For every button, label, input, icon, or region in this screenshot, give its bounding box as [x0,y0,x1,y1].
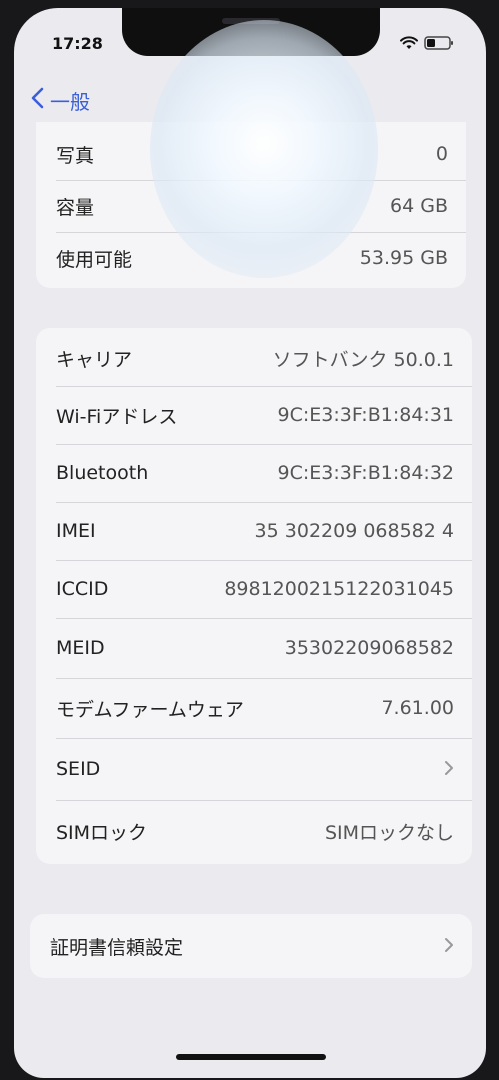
row-imei: IMEI 35 302209 068582 4 [36,503,472,559]
row-label: SEID [56,758,101,780]
row-value: 8981200215122031045 [224,578,454,600]
wifi-icon [400,36,418,50]
network-card: キャリア ソフトバンク 50.0.1 Wi-Fiアドレス 9C:E3:3F:B1… [36,328,472,864]
row-value: 7.61.00 [381,697,454,719]
screen: 17:28 一般 写真 0 容量 64 GB 使用可能 53.95 GB キャリ… [14,8,486,1078]
row-iccid: ICCID 8981200215122031045 [36,561,472,617]
row-label: 写真 [56,144,95,167]
certificate-trust-settings-row[interactable]: 証明書信頼設定 [30,914,472,978]
row-value: ソフトバンク 50.0.1 [272,348,454,371]
back-label: 一般 [50,90,90,114]
back-button[interactable]: 一般 [30,86,90,115]
row-meid: MEID 35302209068582 [36,619,472,677]
row-label: SIMロック [56,821,148,844]
storage-card: 写真 0 容量 64 GB 使用可能 53.95 GB [36,122,466,288]
row-divider [56,232,466,233]
row-label: キャリア [56,348,133,371]
row-seid[interactable]: SEID [36,739,472,799]
row-label: 容量 [56,196,95,219]
row-value: 0 [435,143,448,165]
row-value: 53.95 GB [359,247,448,269]
chevron-left-icon [30,87,44,114]
chevron-right-icon [444,934,472,959]
row-bluetooth: Bluetooth 9C:E3:3F:B1:84:32 [36,445,472,501]
status-time: 17:28 [52,34,103,53]
row-divider [56,180,466,181]
row-label: ICCID [56,578,109,600]
row-label: Bluetooth [56,462,149,484]
row-sim-lock: SIMロック SIMロックなし [36,801,472,861]
home-indicator[interactable] [176,1054,326,1060]
row-carrier: キャリア ソフトバンク 50.0.1 [36,330,472,386]
chevron-right-icon [444,757,472,782]
row-available: 使用可能 53.95 GB [36,234,466,282]
row-label: Wi-Fiアドレス [56,405,178,428]
row-label: IMEI [56,520,96,542]
row-label: 証明書信頼設定 [50,936,184,959]
earpiece-speaker [222,18,280,24]
camera-notch [122,8,380,56]
row-value: 9C:E3:3F:B1:84:32 [277,462,454,484]
battery-icon [424,36,454,50]
row-photos: 写真 0 [36,130,466,178]
row-label: 使用可能 [56,248,133,271]
row-value: SIMロックなし [324,821,454,844]
row-value: 64 GB [390,195,448,217]
status-icons [400,36,454,50]
row-value: 35302209068582 [284,637,454,659]
row-modem-firmware: モデムファームウェア 7.61.00 [36,679,472,737]
certificate-row[interactable]: 証明書信頼設定 [30,914,472,978]
row-label: MEID [56,637,105,659]
phone-frame: 17:28 一般 写真 0 容量 64 GB 使用可能 53.95 GB キャリ… [0,0,499,1080]
row-label: モデムファームウェア [56,698,244,721]
row-value: 35 302209 068582 4 [254,520,454,542]
row-wifi-address: Wi-Fiアドレス 9C:E3:3F:B1:84:31 [36,387,472,443]
row-value: 9C:E3:3F:B1:84:31 [277,404,454,426]
row-capacity: 容量 64 GB [36,182,466,230]
